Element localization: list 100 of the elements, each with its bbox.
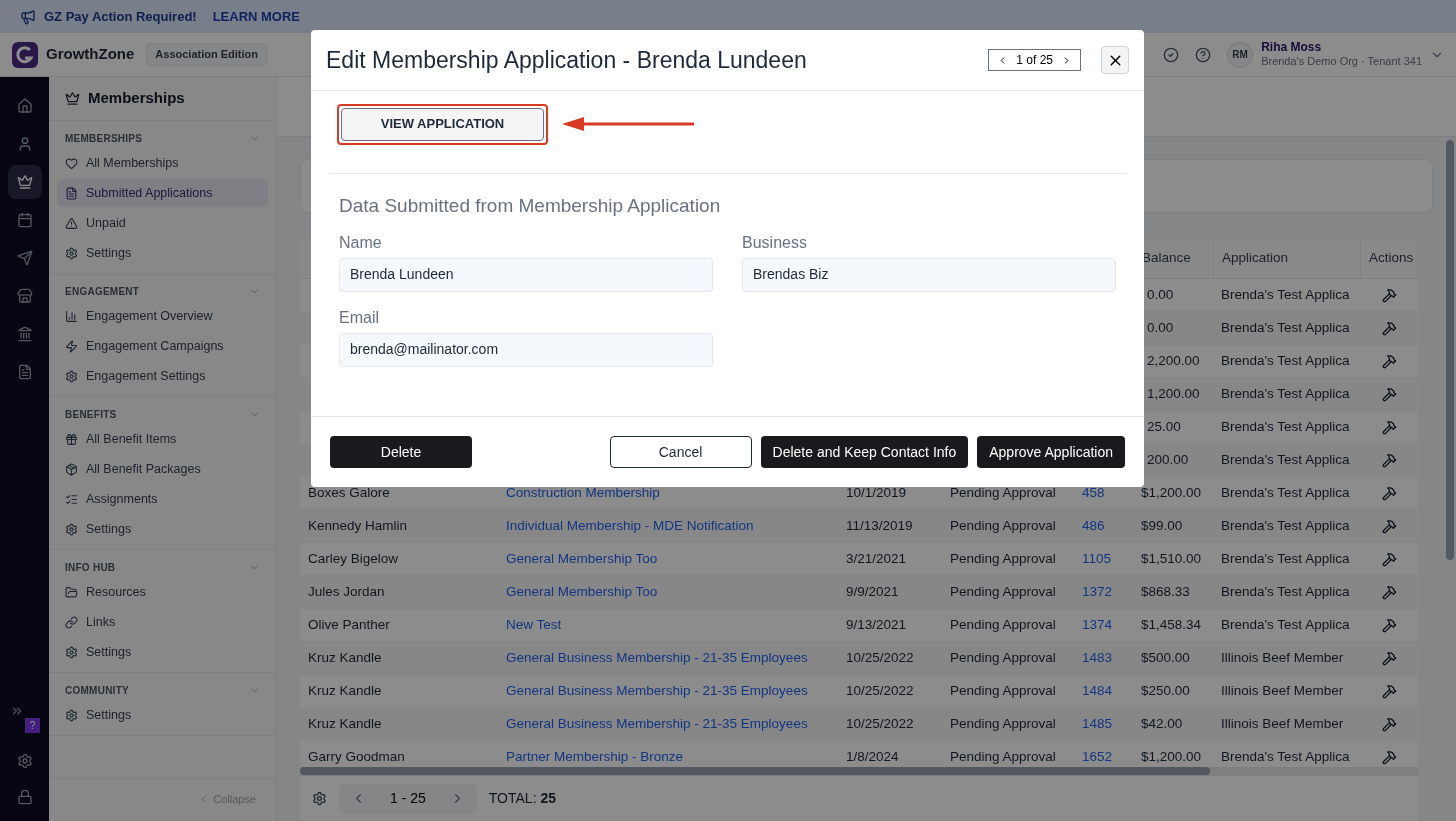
- dialog-button[interactable]: Delete: [330, 436, 472, 468]
- edition-badge: Association Edition: [146, 43, 267, 66]
- table-cell-text: Brenda's Test Applica: [1221, 483, 1350, 502]
- field-label: Email: [339, 307, 380, 328]
- number-link[interactable]: 1372: [1082, 581, 1113, 603]
- table-cell-text: Brenda's Test Applica: [1221, 417, 1350, 436]
- membership-link[interactable]: Construction Membership: [506, 482, 660, 504]
- membership-link[interactable]: Partner Membership - Bronze: [506, 746, 684, 767]
- settings-icon[interactable]: [312, 791, 327, 806]
- document-icon: [16, 364, 33, 380]
- vertical-scrollbar[interactable]: [1446, 140, 1454, 560]
- rail-item[interactable]: [7, 165, 42, 199]
- settings-icon: [65, 522, 78, 536]
- table-cell-text: Illinois Beef Member: [1221, 681, 1344, 700]
- sidebar-title: Memberships: [88, 88, 185, 109]
- table-cell-text: $250.00: [1141, 681, 1190, 700]
- settings-icon: [65, 645, 78, 659]
- membership-link[interactable]: General Business Membership - 21-35 Employees: [506, 647, 808, 669]
- sidebar-item[interactable]: Unpaid: [57, 209, 268, 237]
- table-cell-text: 25.00: [1146, 417, 1181, 436]
- table-cell-text: Pending Approval: [950, 582, 1056, 601]
- help-badge[interactable]: ?: [25, 718, 40, 733]
- table-cell-text: Kruz Kandle: [308, 648, 382, 667]
- membership-link[interactable]: General Membership Too: [506, 548, 658, 570]
- table-cell-text: 10/1/2019: [846, 483, 907, 502]
- dialog-button[interactable]: Delete and Keep Contact Info: [760, 436, 969, 468]
- hammer-icon[interactable]: [1381, 617, 1397, 633]
- hammer-icon[interactable]: [1381, 320, 1397, 336]
- sidebar-item[interactable]: Engagement Settings: [57, 362, 268, 390]
- membership-link[interactable]: New Test: [506, 614, 562, 636]
- check-circle-icon[interactable]: [1163, 46, 1180, 63]
- hammer-icon[interactable]: [1381, 650, 1397, 666]
- membership-link[interactable]: General Business Membership - 21-35 Employees: [506, 680, 808, 702]
- view-application-button[interactable]: VIEW APPLICATION: [341, 107, 544, 141]
- sidebar-item[interactable]: Engagement Campaigns: [57, 332, 268, 360]
- table-cell-text: 1/8/2024: [846, 747, 899, 766]
- number-link[interactable]: 1483: [1082, 647, 1113, 669]
- sidebar-item[interactable]: Links: [57, 608, 268, 636]
- input-field[interactable]: Brenda Lundeen: [339, 257, 713, 292]
- input-field[interactable]: brenda@mailinator.com: [339, 332, 713, 367]
- brand-name: GrowthZone: [46, 44, 135, 65]
- sidebar-item[interactable]: Settings: [57, 239, 268, 267]
- column-header[interactable]: Actions: [1369, 248, 1414, 269]
- sidebar-item[interactable]: Settings: [57, 515, 268, 543]
- horizontal-scrollbar[interactable]: [300, 767, 1418, 775]
- lock-icon[interactable]: [16, 789, 33, 805]
- user-avatar[interactable]: RM: [1227, 41, 1254, 68]
- dialog-button[interactable]: Cancel: [609, 436, 752, 468]
- hammer-icon[interactable]: [1381, 287, 1397, 303]
- number-link[interactable]: 1374: [1082, 614, 1113, 636]
- table-cell-text: Garry Goodman: [308, 747, 405, 766]
- banner-message: GZ Pay Action Required!: [44, 7, 197, 26]
- learn-more-link[interactable]: LEARN MORE: [212, 6, 301, 27]
- hammer-icon[interactable]: [1381, 452, 1397, 468]
- membership-link[interactable]: General Business Membership - 21-35 Employees: [506, 713, 808, 735]
- hammer-icon[interactable]: [1381, 584, 1397, 600]
- total-label: TOTAL:: [488, 789, 537, 808]
- hammer-icon[interactable]: [1381, 485, 1397, 501]
- calendar-icon: [16, 212, 33, 228]
- number-link[interactable]: 458: [1082, 482, 1105, 504]
- table-cell-text: 0.00: [1146, 285, 1174, 304]
- sidebar-item[interactable]: All Benefit Items: [57, 425, 268, 453]
- number-link[interactable]: 1105: [1082, 548, 1112, 570]
- table-cell-text: $99.00: [1141, 516, 1183, 535]
- hammer-icon[interactable]: [1381, 716, 1397, 732]
- membership-link[interactable]: Individual Membership - MDE Notification: [506, 515, 754, 537]
- table-cell-text: Brenda's Test Applica: [1221, 285, 1350, 304]
- hammer-icon[interactable]: [1381, 353, 1397, 369]
- hammer-icon[interactable]: [1381, 518, 1397, 534]
- close-button[interactable]: [1101, 46, 1129, 74]
- input-field[interactable]: Brendas Biz: [742, 257, 1116, 292]
- dialog-button[interactable]: Approve Application: [977, 436, 1125, 468]
- sidebar-item[interactable]: All Benefit Packages: [57, 455, 268, 483]
- hammer-icon[interactable]: [1381, 386, 1397, 402]
- table-cell-text: Brenda's Test Applica: [1221, 516, 1350, 535]
- number-link[interactable]: 486: [1082, 515, 1105, 537]
- hammer-icon[interactable]: [1381, 551, 1397, 567]
- hammer-icon[interactable]: [1381, 749, 1397, 765]
- hammer-icon[interactable]: [1381, 683, 1397, 699]
- table-cell-text: 11/13/2019: [846, 516, 913, 535]
- megaphone-icon: [20, 8, 36, 25]
- help-icon[interactable]: [1195, 46, 1212, 63]
- hammer-icon[interactable]: [1381, 419, 1397, 435]
- sidebar-item[interactable]: Settings: [57, 638, 268, 666]
- field-label: Name: [339, 232, 383, 253]
- column-header[interactable]: Application: [1222, 248, 1289, 269]
- number-link[interactable]: 1484: [1082, 680, 1113, 702]
- sidebar-item[interactable]: Submitted Applications: [57, 179, 268, 207]
- table-cell-text: Illinois Beef Member: [1221, 714, 1344, 733]
- section-heading: MEMBERSHIPS: [65, 131, 143, 146]
- sidebar-item[interactable]: All Memberships: [57, 149, 268, 177]
- sidebar-item[interactable]: Engagement Overview: [57, 302, 268, 330]
- store-icon: [16, 288, 33, 304]
- sidebar-item[interactable]: Resources: [57, 578, 268, 606]
- number-link[interactable]: 1652: [1082, 746, 1113, 767]
- sidebar-item[interactable]: Settings: [57, 701, 268, 729]
- sidebar-item[interactable]: Assignments: [57, 485, 268, 513]
- membership-link[interactable]: General Membership Too: [506, 581, 658, 603]
- number-link[interactable]: 1485: [1082, 713, 1113, 735]
- settings-icon[interactable]: [16, 753, 33, 769]
